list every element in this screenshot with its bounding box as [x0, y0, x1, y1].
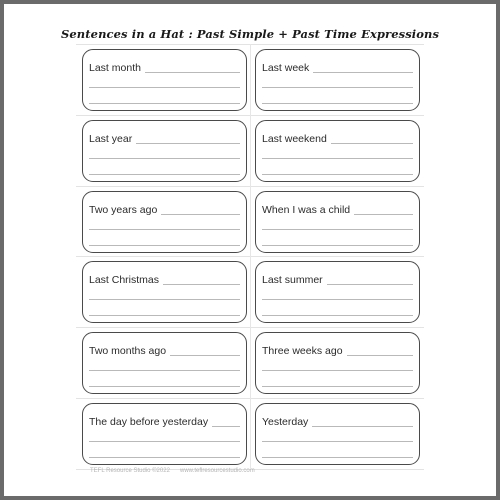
- expression-card: Last week: [255, 49, 420, 111]
- writing-line: [262, 157, 413, 159]
- writing-line: [262, 315, 413, 317]
- card-label: Two months ago: [89, 345, 171, 358]
- card-label: Last Christmas: [89, 274, 164, 287]
- card-label: Last year: [89, 132, 137, 145]
- expression-card: Yesterday: [255, 403, 420, 465]
- writing-line: [89, 457, 240, 458]
- expression-card: Last year: [82, 119, 247, 182]
- card-label: Yesterday: [262, 416, 313, 428]
- expression-card: Last Christmas: [82, 261, 247, 324]
- writing-line: [262, 244, 413, 246]
- writing-line: [262, 103, 413, 104]
- writing-line: [262, 299, 413, 301]
- card-label: Last month: [89, 62, 145, 74]
- writing-line: [89, 386, 240, 388]
- writing-line: [262, 457, 413, 458]
- writing-line: [262, 370, 413, 372]
- writing-line: [262, 386, 413, 388]
- writing-line: [89, 441, 240, 442]
- expression-card: When I was a child: [255, 190, 420, 253]
- expression-card: Last month: [82, 49, 247, 111]
- writing-line: [89, 157, 240, 159]
- worksheet-title: Sentences in a Hat : Past Simple + Past …: [60, 27, 440, 41]
- footer-website: www.teflresourcestudio.com: [180, 468, 255, 474]
- writing-line: [89, 228, 240, 230]
- expression-card: The day before yesterday: [82, 403, 247, 465]
- writing-line: [89, 370, 240, 372]
- writing-line: [262, 173, 413, 175]
- writing-line: [262, 87, 413, 88]
- writing-line: [89, 87, 240, 88]
- card-label: When I was a child: [262, 203, 355, 216]
- writing-line: [89, 315, 240, 317]
- writing-line: [89, 173, 240, 175]
- card-label: Last summer: [262, 274, 327, 287]
- writing-line: [262, 441, 413, 442]
- card-label: The day before yesterday: [89, 416, 213, 428]
- card-label: Two years ago: [89, 203, 162, 216]
- expression-card: Last weekend: [255, 119, 420, 182]
- writing-line: [89, 244, 240, 246]
- card-label: Three weeks ago: [262, 345, 347, 358]
- writing-line: [262, 228, 413, 230]
- expression-card: Last summer: [255, 261, 420, 324]
- expression-card: Three weeks ago: [255, 332, 420, 395]
- expression-card: Two years ago: [82, 190, 247, 253]
- cut-line-vertical: [250, 44, 251, 468]
- card-label: Last week: [262, 62, 314, 74]
- footer-copyright: TEFL Resource Studio ©2022: [90, 468, 170, 474]
- expression-card: Two months ago: [82, 332, 247, 395]
- card-label: Last weekend: [262, 132, 331, 145]
- writing-line: [89, 299, 240, 301]
- writing-line: [89, 103, 240, 104]
